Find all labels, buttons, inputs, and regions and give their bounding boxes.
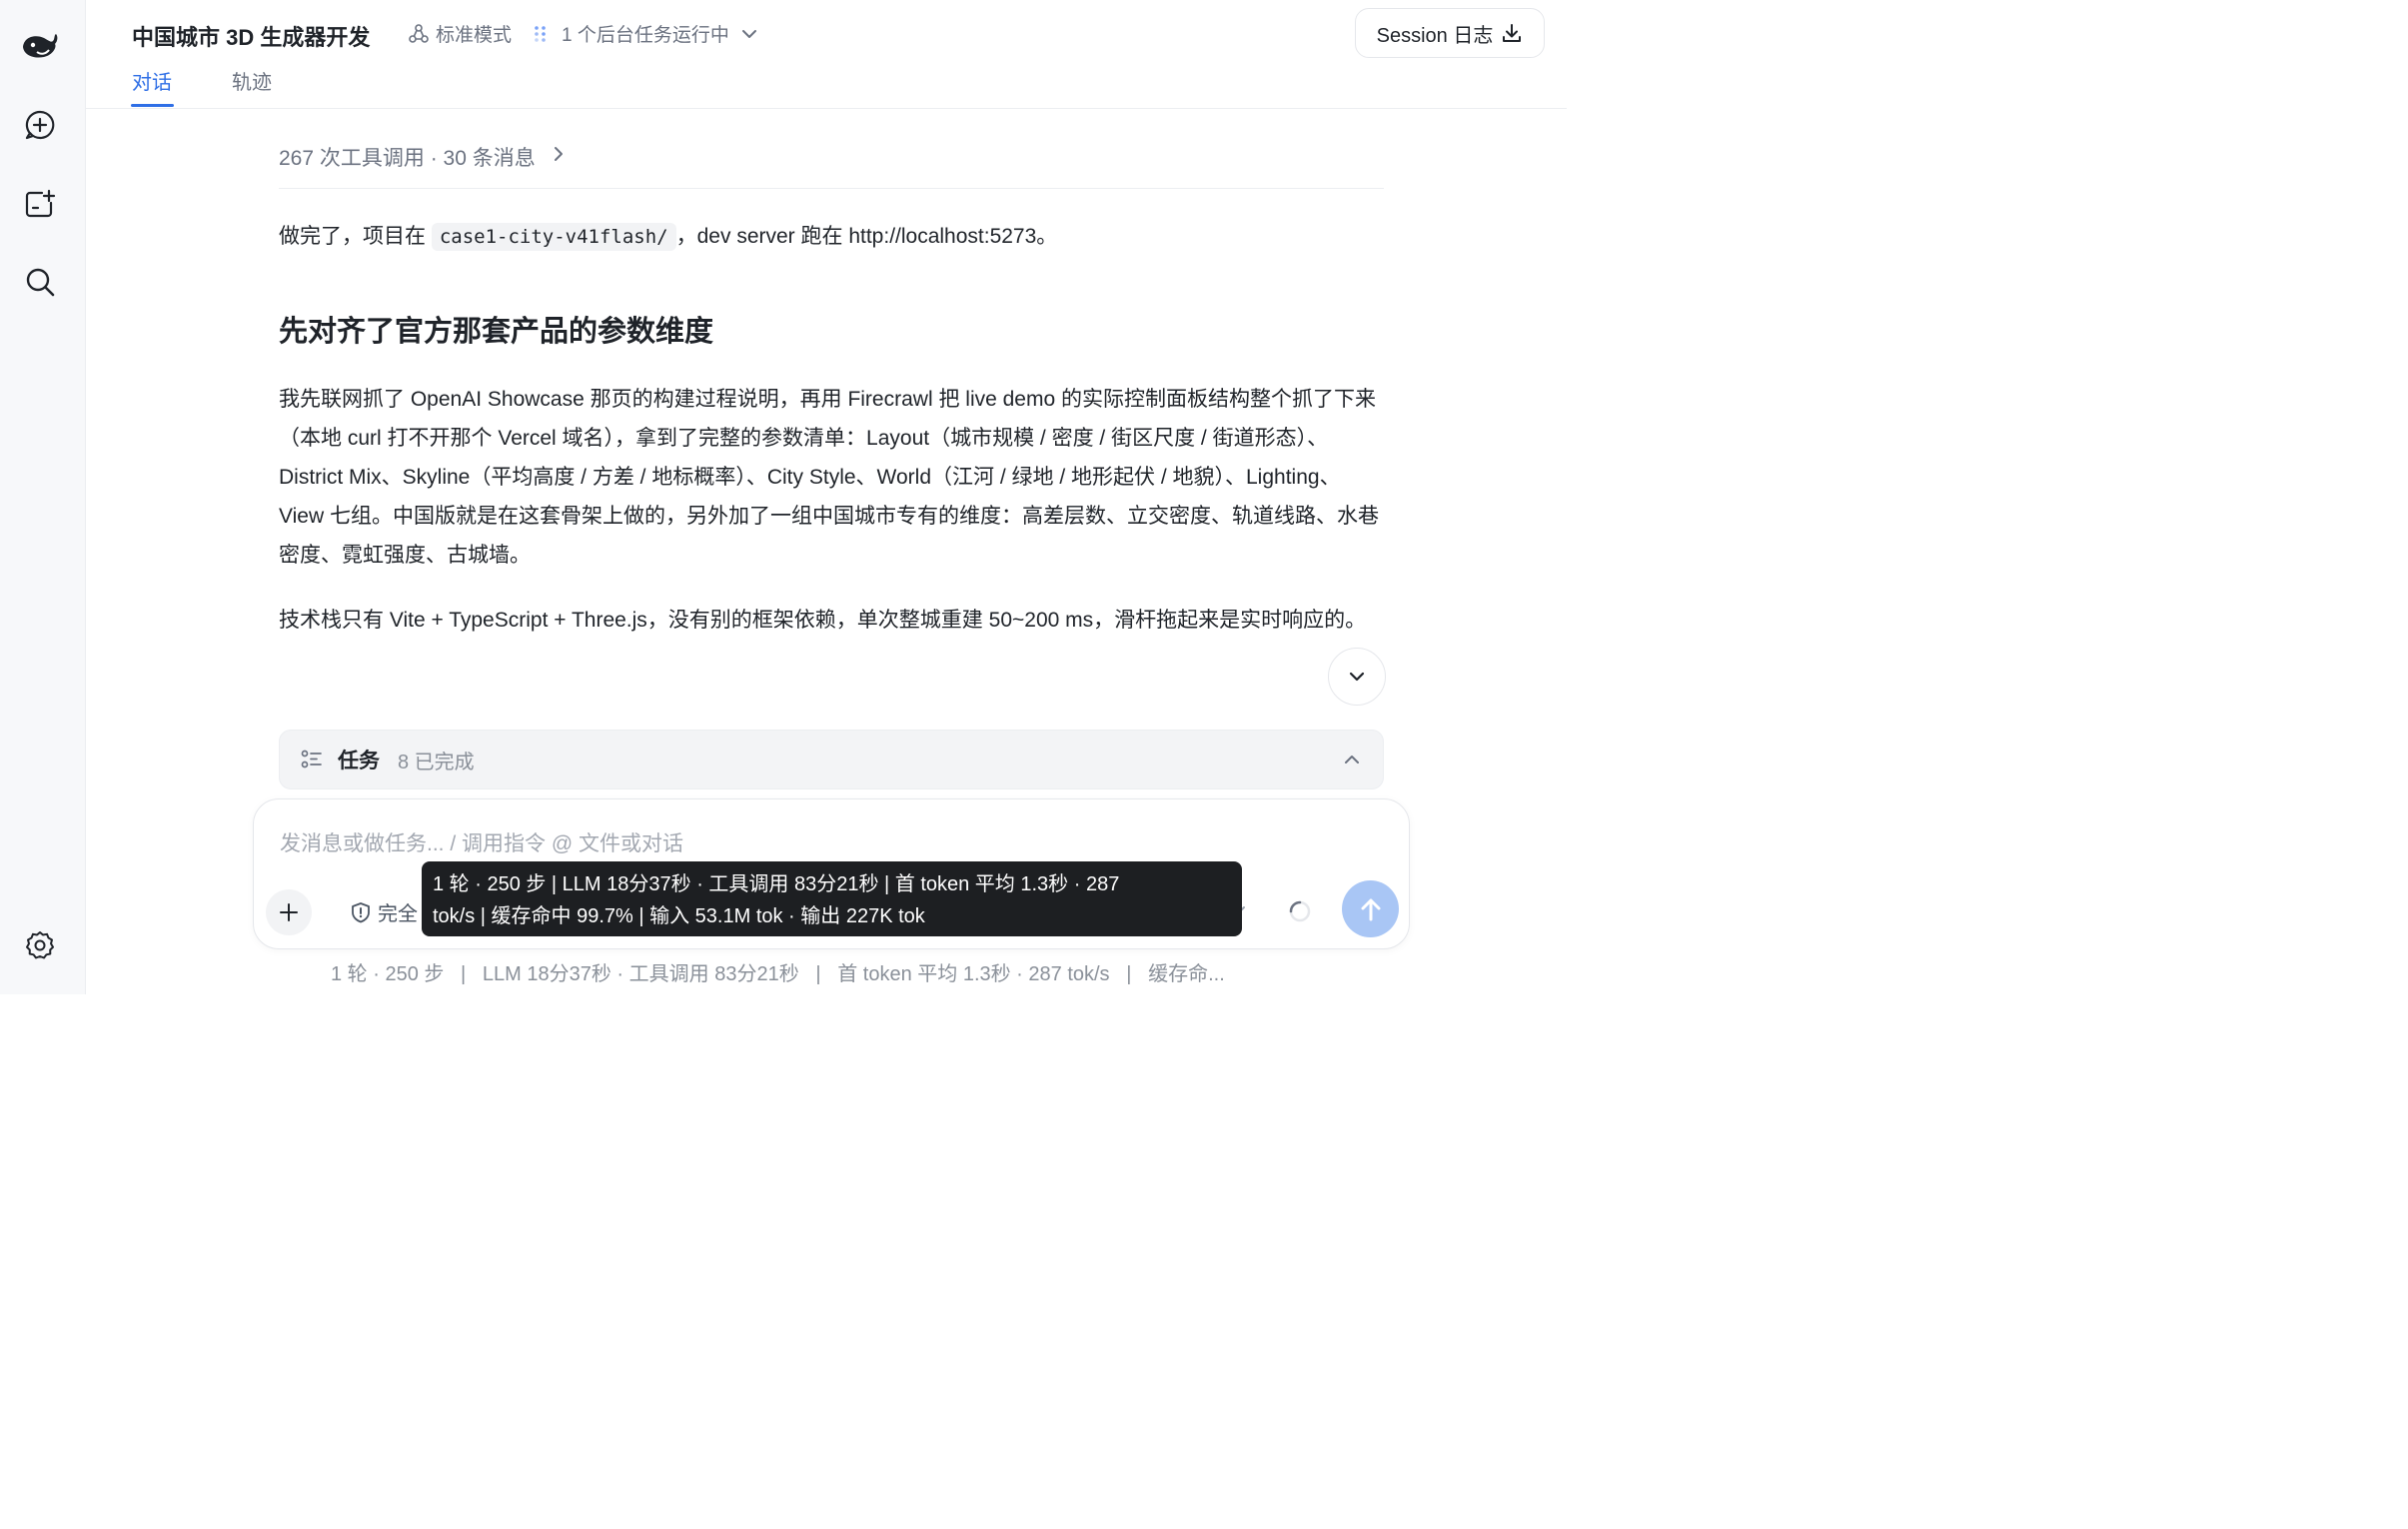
whale-logo-icon[interactable] — [20, 26, 60, 66]
chevron-down-icon — [741, 29, 756, 38]
plus-icon — [280, 903, 298, 921]
tasks-status: 8 已完成 — [398, 751, 475, 773]
composer-input[interactable]: 发消息或做任务... / 调用指令 @ 文件或对话 — [280, 827, 683, 857]
new-project-icon[interactable] — [20, 184, 60, 224]
tab-trajectory[interactable]: 轨迹 — [232, 66, 272, 95]
mode-selector[interactable]: 标准模式 — [408, 20, 512, 47]
download-icon — [1503, 24, 1522, 42]
share-nodes-icon — [409, 23, 429, 43]
scroll-to-bottom-button[interactable] — [1328, 648, 1386, 706]
shield-icon — [352, 901, 370, 922]
search-icon[interactable] — [20, 262, 60, 302]
chevron-down-icon — [1349, 672, 1365, 682]
tasks-label: 任务 — [338, 750, 380, 772]
section-heading: 先对齐了官方那套产品的参数维度 — [279, 316, 714, 348]
chevron-right-icon — [554, 147, 563, 161]
body-paragraph-1: 我先联网抓了 OpenAI Showcase 那页的构建过程说明，再用 Fire… — [279, 388, 1379, 567]
tooltip-line-2: tok/s | 缓存命中 99.7% | 输入 53.1M tok · 输出 2… — [433, 905, 925, 927]
session-log-button[interactable]: Session 日志 — [1355, 8, 1545, 58]
tab-conversation[interactable]: 对话 — [132, 66, 172, 95]
arrow-up-icon — [1361, 898, 1380, 920]
body-paragraph-2: 技术栈只有 Vite + TypeScript + Three.js，没有别的框… — [279, 609, 1367, 632]
top-header: 中国城市 3D 生成器开发 标准模式 1 个后台任务运行中 Session 日志… — [86, 0, 1567, 109]
mode-label: 标准模式 — [436, 25, 513, 46]
tool-calls-summary-label: 267 次工具调用 · 30 条消息 — [279, 147, 536, 170]
page-title: 中国城市 3D 生成器开发 — [132, 25, 371, 50]
intro-paragraph: 做完了，项目在 case1-city-v41flash/，dev server … — [279, 220, 1384, 254]
tool-calls-summary[interactable]: 267 次工具调用 · 30 条消息 — [279, 142, 1384, 189]
settings-icon[interactable] — [20, 925, 60, 965]
chevron-up-icon — [1345, 756, 1359, 764]
stats-tooltip: 1 轮 · 250 步 | LLM 18分37秒 · 工具调用 83分21秒 |… — [422, 861, 1242, 936]
project-path-code: case1-city-v41flash/ — [431, 223, 676, 251]
session-log-label: Session 日志 — [1376, 24, 1494, 47]
tasks-panel-header[interactable]: 任务 8 已完成 — [279, 730, 1384, 789]
intro-text-before: 做完了，项目在 — [279, 225, 432, 248]
add-attachment-button[interactable] — [266, 889, 312, 935]
intro-text-after: ，dev server 跑在 http://localhost:5273。 — [675, 225, 1058, 248]
permission-mode-label: 完全 — [378, 903, 418, 925]
new-chat-icon[interactable] — [20, 105, 60, 145]
loading-spinner-icon — [1289, 900, 1311, 922]
task-list-icon — [301, 750, 322, 768]
background-tasks-label: 1 个后台任务运行中 — [562, 25, 729, 46]
permission-mode-button[interactable]: 完全 — [350, 897, 418, 926]
sidebar — [0, 0, 86, 994]
background-tasks-dropdown[interactable]: 1 个后台任务运行中 — [534, 20, 759, 47]
session-stats-footer[interactable]: 1 轮 · 250 步 | LLM 18分37秒 · 工具调用 83分21秒 |… — [331, 957, 1225, 986]
send-button[interactable] — [1342, 880, 1399, 937]
tooltip-line-1: 1 轮 · 250 步 | LLM 18分37秒 · 工具调用 83分21秒 |… — [433, 873, 1120, 895]
active-tab-indicator — [131, 104, 174, 107]
dots-grid-icon — [535, 25, 546, 42]
